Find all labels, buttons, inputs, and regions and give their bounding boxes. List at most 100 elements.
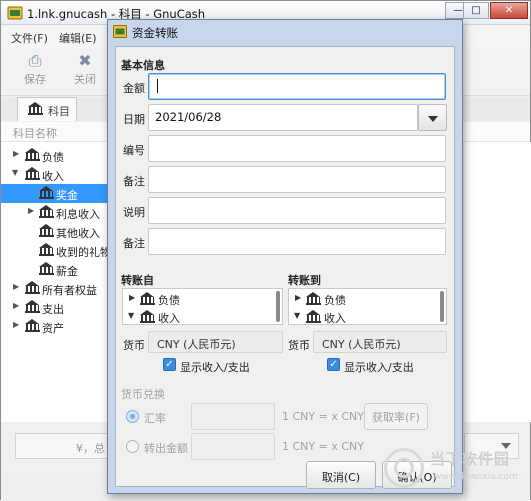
scrollbar[interactable] [276, 291, 280, 322]
to-show-income-label[interactable]: 显示收入/支出 [344, 359, 414, 375]
to-currency-value: CNY (人民币元) [322, 338, 401, 351]
maximize-button[interactable]: □ [463, 2, 489, 19]
date-input[interactable]: 2021/06/28 [148, 104, 418, 131]
expander-collapsed-icon[interactable]: ▶ [295, 293, 301, 302]
bank-icon [28, 102, 43, 115]
memo-input[interactable] [148, 228, 446, 255]
amount-input[interactable] [148, 73, 446, 100]
to-show-income-checkbox[interactable]: ✓ [327, 358, 340, 371]
account-label[interactable]: 负债 [324, 292, 346, 308]
close-toolbar-button[interactable]: ✖ 关闭 [65, 51, 105, 91]
tree-right-pane [464, 142, 531, 422]
tree-row[interactable]: ▶ 负债 [1, 146, 113, 165]
bank-icon [39, 243, 54, 256]
tree-row-label: 资产 [42, 322, 64, 335]
close-label: 关闭 [74, 73, 96, 86]
transfer-to-heading: 转账到 [288, 274, 321, 287]
tab-accounts-label: 科目 [48, 105, 70, 118]
tree-row[interactable]: ▶ 资产 [1, 317, 113, 336]
expander-collapsed-icon[interactable]: ▶ [13, 282, 19, 291]
amount-label: 金额 [123, 82, 145, 95]
from-currency-field: CNY (人民币元) [148, 331, 283, 353]
rate-radio[interactable] [126, 410, 139, 423]
tree-row-label: 收入 [42, 170, 64, 183]
expander-collapsed-icon[interactable]: ▶ [28, 206, 34, 215]
from-show-income-checkbox[interactable]: ✓ [163, 358, 176, 371]
exchange-heading: 货币兑换 [121, 388, 165, 401]
rate-formula: 1 CNY = x CNY [282, 410, 364, 423]
date-picker-button[interactable] [418, 104, 447, 131]
memo-label: 备注 [123, 237, 145, 250]
watermark-url: www.downxia.com [434, 472, 518, 482]
close-icon: ✖ [78, 51, 92, 70]
tree-row-label: 负债 [42, 151, 64, 164]
tree-row-label: 奖金 [56, 189, 78, 202]
tree-row-label: 收到的礼物 [56, 246, 111, 259]
scrollbar[interactable] [440, 291, 444, 322]
date-label: 日期 [123, 113, 145, 126]
dialog-title: 资金转账 [132, 26, 178, 40]
dialog-body: 基本信息 金额 日期 2021/06/28 编号 备注 说明 备注 转账自 ▶ … [115, 46, 455, 489]
expander-collapsed-icon[interactable]: ▶ [129, 293, 135, 302]
tab-accounts[interactable]: 科目 [17, 97, 77, 121]
bank-icon [25, 148, 40, 161]
watermark-logo-icon [384, 448, 424, 488]
account-label[interactable]: 收入 [158, 310, 180, 326]
tree-header-label: 科目名称 [13, 127, 57, 140]
transfer-amount-input[interactable] [191, 433, 275, 460]
tree-row-label: 支出 [42, 303, 64, 316]
tree-row[interactable]: ▶ 支出 [1, 298, 113, 317]
expander-expanded-icon[interactable]: ▼ [294, 311, 300, 320]
tree-row[interactable]: ▼ 收入 [1, 165, 113, 184]
transfer-to-account-tree[interactable]: ▶ 负债 ▼ 收入 [288, 288, 447, 325]
expander-collapsed-icon[interactable]: ▶ [13, 301, 19, 310]
close-window-button[interactable]: ✕ [490, 2, 528, 19]
rate-input[interactable] [191, 403, 275, 430]
summary-bar: ¥，总 [15, 433, 115, 459]
bank-icon [306, 292, 321, 305]
cancel-button[interactable]: 取消(C) [306, 461, 376, 489]
tree-row-selected[interactable]: 奖金 [1, 184, 113, 203]
transfer-from-heading: 转账自 [121, 274, 154, 287]
number-input[interactable] [148, 135, 446, 162]
bank-icon [39, 186, 54, 199]
bank-icon [39, 224, 54, 237]
account-tree: ▶ 负债 ▼ 收入 奖金 ▶ 利息收入 其他收入 收到的礼物 薪金 ▶ 所有者权… [1, 142, 113, 422]
bank-icon [140, 310, 155, 323]
expander-expanded-icon[interactable]: ▼ [128, 311, 134, 320]
menu-edit[interactable]: 编辑(E) [59, 30, 97, 46]
watermark-text: 当下软件园 [430, 450, 511, 468]
basic-info-heading: 基本信息 [121, 59, 165, 72]
dialog-title-bar[interactable]: 资金转账 [108, 20, 462, 44]
watermark: 当下软件园 www.downxia.com [384, 446, 524, 494]
menu-file[interactable]: 文件(F) [11, 30, 48, 46]
account-label[interactable]: 负债 [158, 292, 180, 308]
text-caret [157, 79, 158, 93]
description-input[interactable] [148, 166, 446, 193]
tree-row[interactable]: 其他收入 [1, 222, 113, 241]
bank-icon [39, 205, 54, 218]
expander-expanded-icon[interactable]: ▼ [12, 168, 18, 177]
tree-row-label: 利息收入 [56, 208, 100, 221]
expander-collapsed-icon[interactable]: ▶ [13, 320, 19, 329]
tree-row[interactable]: 薪金 [1, 260, 113, 279]
tree-row[interactable]: ▶ 利息收入 [1, 203, 113, 222]
bank-icon [25, 167, 40, 180]
tree-row-label: 所有者权益 [42, 284, 97, 297]
transfer-from-account-tree[interactable]: ▶ 负债 ▼ 收入 [122, 288, 283, 325]
amount-radio[interactable] [126, 440, 139, 453]
save-toolbar-button[interactable]: ⎙ 保存 [15, 51, 55, 91]
explain-input[interactable] [148, 197, 446, 224]
expander-collapsed-icon[interactable]: ▶ [13, 149, 19, 158]
tree-row[interactable]: ▶ 所有者权益 [1, 279, 113, 298]
from-show-income-label[interactable]: 显示收入/支出 [180, 359, 250, 375]
bank-icon [25, 300, 40, 313]
bank-icon [25, 319, 40, 332]
bank-icon [25, 281, 40, 294]
bank-icon [39, 262, 54, 275]
transfer-dialog: 资金转账 基本信息 金额 日期 2021/06/28 编号 备注 说明 备注 转… [107, 19, 463, 494]
account-label[interactable]: 收入 [324, 310, 346, 326]
summary-text: ¥，总 [76, 442, 105, 455]
tree-row[interactable]: 收到的礼物 [1, 241, 113, 260]
fetch-rate-button[interactable]: 获取率(F) [364, 403, 428, 430]
